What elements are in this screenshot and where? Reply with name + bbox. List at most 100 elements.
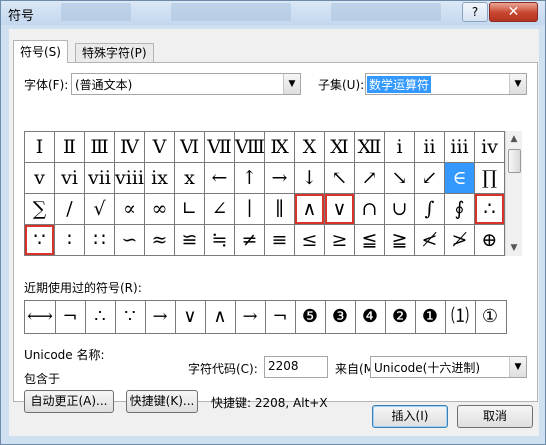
symbol-cell[interactable]: ∧ xyxy=(295,194,325,225)
recent-symbol-cell[interactable]: ① xyxy=(475,301,505,333)
symbol-cell[interactable]: ∣ xyxy=(235,194,265,225)
recent-symbol-cell[interactable]: ∵ xyxy=(115,301,146,333)
symbol-cell[interactable]: ∈ xyxy=(445,163,475,194)
symbol-cell[interactable]: √ xyxy=(85,194,115,225)
symbol-cell[interactable]: Ⅺ xyxy=(325,132,355,163)
symbol-cell[interactable]: ⊕ xyxy=(475,225,505,256)
symbol-cell[interactable]: Ⅻ xyxy=(355,132,385,163)
symbol-cell[interactable]: ≤ xyxy=(295,225,325,256)
symbol-cell[interactable]: Ⅹ xyxy=(295,132,325,163)
symbol-cell[interactable]: ∟ xyxy=(175,194,205,225)
from-select[interactable]: Unicode(十六进制) ▼ xyxy=(370,356,527,378)
symbol-cell[interactable]: ∠ xyxy=(205,194,235,225)
symbol-cell[interactable]: ∞ xyxy=(145,194,175,225)
autocorrect-button[interactable]: 自动更正(A)... xyxy=(24,390,114,413)
recent-symbol-cell[interactable]: ❸ xyxy=(325,301,356,333)
symbol-cell[interactable]: ⅳ xyxy=(475,132,505,163)
symbol-cell[interactable]: ≒ xyxy=(205,225,235,256)
symbol-cell[interactable]: ⅸ xyxy=(145,163,175,194)
symbol-cell[interactable]: ⅲ xyxy=(445,132,475,163)
symbol-cell[interactable]: ≡ xyxy=(265,225,295,256)
recent-symbol-cell[interactable]: → xyxy=(145,301,176,333)
symbol-cell[interactable]: ∏ xyxy=(475,163,505,194)
symbol-cell[interactable]: ↖ xyxy=(325,163,355,194)
symbol-cell[interactable]: ∑ xyxy=(25,194,55,225)
symbol-cell[interactable]: ∽ xyxy=(115,225,145,256)
cancel-button[interactable]: 取消 xyxy=(457,405,533,428)
symbol-cell[interactable]: ≠ xyxy=(235,225,265,256)
recent-symbol-cell[interactable]: ❺ xyxy=(295,301,326,333)
symbol-cell[interactable]: Ⅸ xyxy=(265,132,295,163)
help-button[interactable]: ? xyxy=(462,2,488,22)
recent-symbol-cell[interactable]: ⑴ xyxy=(445,301,476,333)
chevron-down-icon[interactable]: ▼ xyxy=(283,74,300,94)
recent-symbol-cell[interactable]: ⟷ xyxy=(25,301,56,333)
symbol-cell[interactable]: ∫ xyxy=(415,194,445,225)
tab-symbols[interactable]: 符号(S) xyxy=(13,40,68,63)
scroll-up-icon[interactable]: ▲ xyxy=(506,131,522,147)
scrollbar-thumb[interactable] xyxy=(508,149,521,173)
recent-symbol-cell[interactable]: ❷ xyxy=(385,301,416,333)
symbol-cell[interactable]: ⅴ xyxy=(25,163,55,194)
symbol-cell[interactable]: ← xyxy=(205,163,235,194)
tab-special-characters[interactable]: 特殊字符(P) xyxy=(75,43,154,62)
symbol-cell[interactable]: ∮ xyxy=(445,194,475,225)
recent-symbol-cell[interactable]: ❶ xyxy=(415,301,446,333)
symbol-cell[interactable]: Ⅱ xyxy=(55,132,85,163)
symbol-cell[interactable]: ⅵ xyxy=(55,163,85,194)
recent-symbol-cell[interactable]: ¬ xyxy=(265,301,296,333)
symbol-cell[interactable]: Ⅵ xyxy=(175,132,205,163)
symbol-cell[interactable]: ≈ xyxy=(145,225,175,256)
scroll-down-icon[interactable]: ▼ xyxy=(506,240,522,256)
symbol-cell[interactable]: ↙ xyxy=(415,163,445,194)
symbol-cell[interactable]: Ⅳ xyxy=(115,132,145,163)
symbol-grid-scrollbar[interactable]: ▲ ▼ xyxy=(505,131,522,256)
symbol-cell[interactable]: ∝ xyxy=(115,194,145,225)
recent-symbol-cell[interactable]: ❹ xyxy=(355,301,386,333)
symbol-cell[interactable]: Ⅴ xyxy=(145,132,175,163)
close-button[interactable]: ✕ xyxy=(489,2,538,22)
symbol-cell[interactable]: Ⅶ xyxy=(205,132,235,163)
charcode-input[interactable]: 2208 xyxy=(264,356,328,378)
symbol-cell[interactable]: ⅶ xyxy=(85,163,115,194)
symbol-cell[interactable]: ⅷ xyxy=(115,163,145,194)
recent-symbol-cell[interactable]: ∴ xyxy=(85,301,116,333)
symbol-cell[interactable]: ⅱ xyxy=(415,132,445,163)
symbol-cell[interactable]: ≯ xyxy=(445,225,475,256)
subset-select[interactable]: 数学运算符 ▼ xyxy=(365,73,527,95)
symbol-cell[interactable]: Ⅷ xyxy=(235,132,265,163)
insert-button[interactable]: 插入(I) xyxy=(372,405,448,428)
recent-symbol-cell[interactable]: ¬ xyxy=(55,301,86,333)
symbol-cell[interactable]: Ⅰ xyxy=(25,132,55,163)
symbol-cell[interactable]: ∕ xyxy=(55,194,85,225)
shortcut-key-button[interactable]: 快捷键(K)... xyxy=(126,390,198,413)
symbol-cell[interactable]: ≮ xyxy=(415,225,445,256)
symbol-cell[interactable]: ∩ xyxy=(355,194,385,225)
recent-symbol-cell[interactable]: → xyxy=(235,301,266,333)
symbol-cell[interactable]: ↓ xyxy=(295,163,325,194)
symbol-cell[interactable]: ∴ xyxy=(475,194,505,225)
symbol-cell[interactable]: ⅹ xyxy=(175,163,205,194)
symbol-cell[interactable]: ∵ xyxy=(25,225,55,256)
symbol-cell[interactable]: ∶ xyxy=(55,225,85,256)
chevron-down-icon[interactable]: ▼ xyxy=(509,357,526,377)
recent-symbol-cell[interactable]: ∨ xyxy=(175,301,206,333)
recent-symbol-cell[interactable]: ∧ xyxy=(205,301,236,333)
symbol-cell[interactable]: ∥ xyxy=(265,194,295,225)
recent-symbols: ⟷ ¬ ∴ ∵ → ∨ ∧ → ¬ ❺ ❸ ❹ ❷ ❶ ⑴ ① xyxy=(24,300,507,334)
symbol-cell[interactable]: ≦ xyxy=(355,225,385,256)
symbol-cell[interactable]: ≌ xyxy=(175,225,205,256)
symbol-cell[interactable]: ⅰ xyxy=(385,132,415,163)
symbol-cell[interactable]: ≧ xyxy=(385,225,415,256)
font-select[interactable]: (普通文本) ▼ xyxy=(71,73,301,95)
symbol-cell[interactable]: ∷ xyxy=(85,225,115,256)
symbol-cell[interactable]: ∨ xyxy=(325,194,355,225)
symbol-cell[interactable]: Ⅲ xyxy=(85,132,115,163)
chevron-down-icon[interactable]: ▼ xyxy=(509,74,526,94)
symbol-cell[interactable]: ↘ xyxy=(385,163,415,194)
symbol-cell[interactable]: ↗ xyxy=(355,163,385,194)
symbol-cell[interactable]: → xyxy=(265,163,295,194)
symbol-cell[interactable]: ≥ xyxy=(325,225,355,256)
symbol-cell[interactable]: ∪ xyxy=(385,194,415,225)
symbol-cell[interactable]: ↑ xyxy=(235,163,265,194)
